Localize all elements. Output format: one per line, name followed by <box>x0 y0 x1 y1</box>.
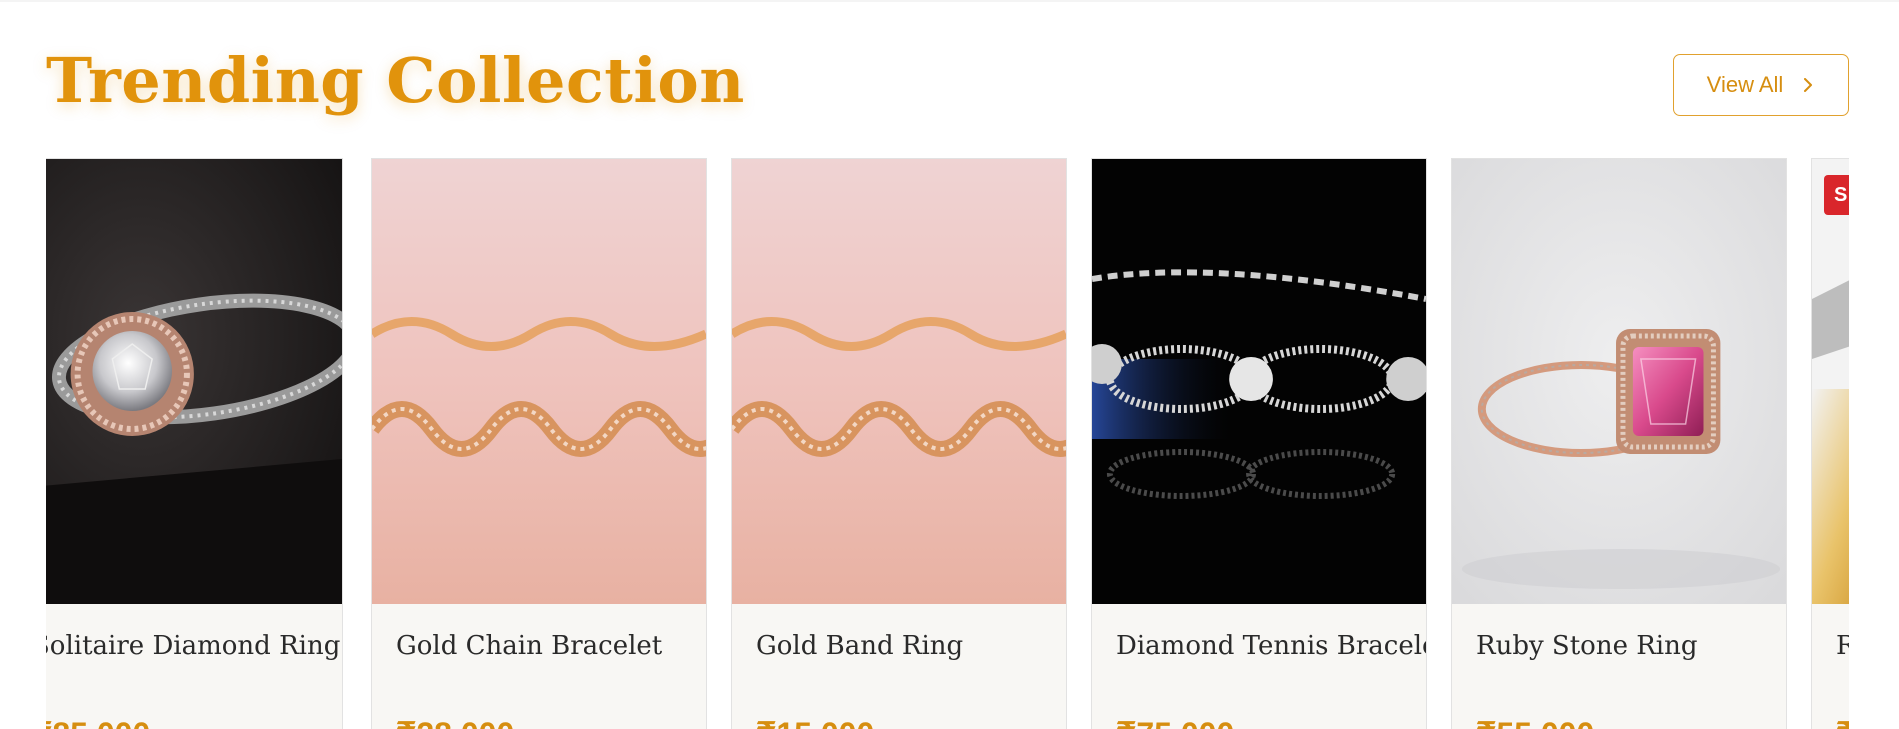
product-name: Gold Band Ring <box>756 631 964 661</box>
product-image <box>1452 159 1786 604</box>
product-card[interactable]: Diamond Tennis Bracelet ₹75,000 <box>1091 158 1427 729</box>
product-name: Solitaire Diamond Ring <box>46 631 341 661</box>
trending-collection-section: Trending Collection View All Solitaire D… <box>0 2 1899 729</box>
view-all-label: View All <box>1706 72 1784 97</box>
product-price: ₹28,000 <box>396 715 514 729</box>
product-image <box>732 159 1066 604</box>
product-price: ₹55,000 <box>1476 715 1594 729</box>
product-name: R <box>1836 631 1849 661</box>
sale-badge: S <box>1824 175 1849 215</box>
product-image <box>372 159 706 604</box>
view-all-button[interactable]: View All <box>1673 54 1849 116</box>
product-card[interactable]: Gold Chain Bracelet ₹28,000 <box>371 158 707 729</box>
page: Trending Collection View All Solitaire D… <box>0 0 1899 729</box>
product-image <box>1812 159 1849 604</box>
product-image <box>1092 159 1426 604</box>
product-carousel[interactable]: Solitaire Diamond Ring ₹85,000 <box>46 156 1849 729</box>
product-price: ₹ <box>1836 715 1849 729</box>
product-price: ₹75,000 <box>1116 715 1234 729</box>
product-card[interactable]: S R ₹ <box>1811 158 1849 729</box>
chevron-right-icon <box>1804 78 1813 92</box>
product-card[interactable]: Gold Band Ring ₹15,000 <box>731 158 1067 729</box>
product-name: Ruby Stone Ring <box>1476 631 1698 661</box>
product-price: ₹85,000 <box>46 715 150 729</box>
product-image <box>46 159 342 604</box>
section-title: Trending Collection <box>46 44 745 117</box>
product-name: Diamond Tennis Bracelet <box>1116 631 1427 661</box>
product-card[interactable]: Solitaire Diamond Ring ₹85,000 <box>46 158 343 729</box>
product-name: Gold Chain Bracelet <box>396 631 663 661</box>
product-price: ₹15,000 <box>756 715 874 729</box>
product-card[interactable]: Ruby Stone Ring ₹55,000 <box>1451 158 1787 729</box>
